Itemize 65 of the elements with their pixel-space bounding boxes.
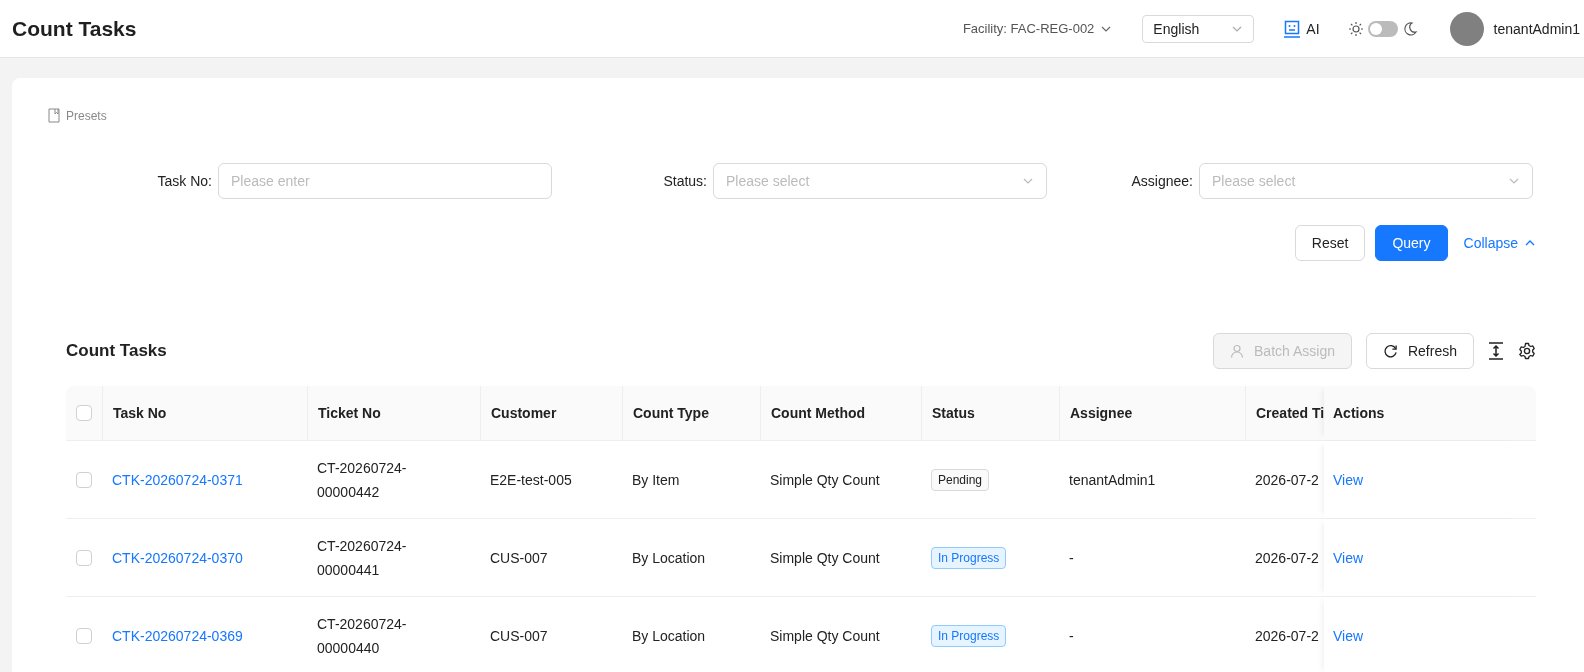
- row-checkbox[interactable]: [76, 627, 92, 644]
- refresh-button[interactable]: Refresh: [1365, 333, 1474, 369]
- column-header: Status: [932, 405, 975, 421]
- column-header: Created Ti: [1256, 405, 1325, 421]
- table-cell: E2E-test-005: [490, 471, 572, 488]
- view-link[interactable]: View: [1333, 471, 1364, 488]
- table-cell-text: CT-20260724-00000440: [317, 614, 408, 658]
- task-link[interactable]: CTK-20260724-0371: [112, 471, 243, 488]
- input-field[interactable]: Please enter: [218, 163, 552, 199]
- moon-icon: [1401, 20, 1418, 37]
- reset-button[interactable]: Reset: [1294, 225, 1366, 261]
- table-cell: Simple Qty Count: [770, 549, 880, 566]
- table-cell: -: [1069, 627, 1074, 644]
- select-all-checkbox[interactable]: [76, 405, 92, 421]
- table-cell: -: [1069, 549, 1074, 566]
- table-cell: CUS-007: [490, 627, 548, 644]
- table-cell: 2026-07-2: [1255, 549, 1319, 566]
- table-title: Count Tasks: [66, 341, 167, 361]
- bookmark-icon: [48, 108, 60, 123]
- query-button[interactable]: Query: [1375, 225, 1448, 261]
- filter-label: Task No:: [156, 173, 213, 189]
- density-icon[interactable]: [1488, 342, 1504, 360]
- table-cell-text: CT-20260724-00000442: [317, 458, 408, 502]
- refresh-icon: [1382, 343, 1398, 359]
- status-tag: Pending: [931, 468, 990, 491]
- table-cell: By Location: [632, 549, 706, 566]
- sun-icon: [1347, 20, 1364, 37]
- facility-selector[interactable]: Facility: FAC-REG-002: [962, 21, 1113, 36]
- table-cell: 2026-07-2: [1255, 471, 1319, 488]
- column-header: Count Type: [633, 405, 709, 421]
- column-header: Actions: [1333, 405, 1385, 421]
- row-checkbox[interactable]: [76, 549, 92, 566]
- table-cell: tenantAdmin1: [1069, 471, 1156, 488]
- view-link[interactable]: View: [1333, 549, 1364, 566]
- filter-label: Status:: [662, 173, 708, 189]
- table-cell: 2026-07-2: [1255, 627, 1319, 644]
- column-header: Ticket No: [318, 405, 381, 421]
- user-icon: [1230, 344, 1245, 358]
- user-name[interactable]: tenantAdmin1: [1493, 20, 1580, 37]
- table-cell: Simple Qty Count: [770, 471, 880, 488]
- table-cell: CUS-007: [490, 549, 548, 566]
- filter-label: Assignee:: [1130, 173, 1194, 189]
- page-title: Count Tasks: [12, 16, 137, 41]
- table-cell: Simple Qty Count: [770, 627, 880, 644]
- task-link[interactable]: CTK-20260724-0369: [112, 627, 243, 644]
- presets-link[interactable]: Presets: [66, 108, 107, 123]
- column-header: Count Method: [771, 405, 866, 421]
- avatar[interactable]: [1449, 11, 1484, 46]
- status-tag: In Progress: [931, 546, 1007, 569]
- settings-icon[interactable]: [1518, 342, 1536, 360]
- column-header: Assignee: [1070, 405, 1133, 421]
- robot-icon: [1284, 19, 1301, 38]
- table-cell: By Item: [632, 471, 680, 488]
- view-link[interactable]: View: [1333, 627, 1364, 644]
- theme-switch[interactable]: [1367, 20, 1398, 37]
- table-cell: By Location: [632, 627, 706, 644]
- task-link[interactable]: CTK-20260724-0370: [112, 549, 243, 566]
- table-cell-text: CT-20260724-00000441: [317, 536, 408, 580]
- collapse-link[interactable]: Collapse: [1457, 235, 1536, 251]
- language-select[interactable]: English: [1142, 14, 1255, 43]
- ai-button[interactable]: AI: [1284, 19, 1320, 38]
- column-header: Task No: [113, 405, 167, 421]
- column-header: Customer: [491, 405, 557, 421]
- status-tag: In Progress: [931, 624, 1007, 647]
- row-checkbox[interactable]: [76, 471, 92, 488]
